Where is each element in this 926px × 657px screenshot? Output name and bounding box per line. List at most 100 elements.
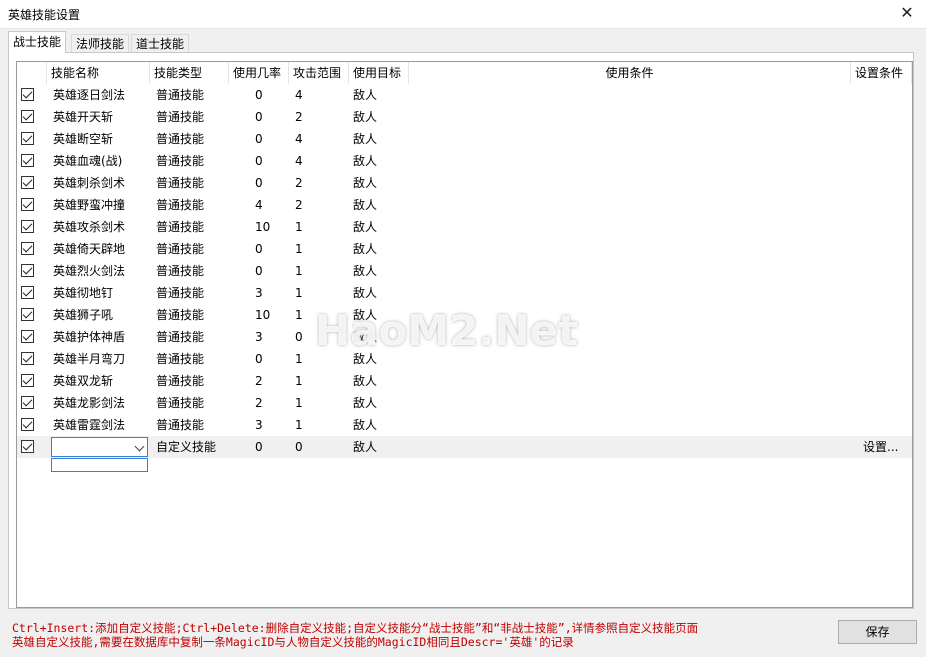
row-checkbox[interactable] <box>21 154 34 167</box>
cell-range: 1 <box>295 220 303 234</box>
row-checkbox[interactable] <box>21 264 34 277</box>
cell-rate: 3 <box>255 286 263 300</box>
cell-cond <box>409 84 851 106</box>
close-icon[interactable]: ✕ <box>896 2 918 24</box>
cell-name: 英雄攻杀剑术 <box>53 220 126 234</box>
cell-name: 英雄断空斩 <box>53 132 114 146</box>
cell-setting <box>851 84 912 106</box>
table-row[interactable]: 英雄血魂(战) 普通技能 0 4 敌人 <box>17 150 912 172</box>
skills-grid[interactable]: 技能名称 技能类型 使用几率 攻击范围 使用目标 使用条件 设置条件 英雄逐日剑… <box>16 61 913 608</box>
column-header-setting[interactable]: 设置条件 <box>851 62 912 84</box>
cell-setting <box>851 194 912 216</box>
cell-cond <box>409 304 851 326</box>
cell-type: 普通技能 <box>156 330 205 344</box>
cell-name: 英雄刺杀剑术 <box>53 176 126 190</box>
column-header-name[interactable]: 技能名称 <box>47 62 150 84</box>
row-checkbox[interactable] <box>21 308 34 321</box>
cell-type: 普通技能 <box>156 242 205 256</box>
cell-target: 敌人 <box>353 396 378 410</box>
table-row[interactable]: 英雄烈火剑法 普通技能 0 1 敌人 <box>17 260 912 282</box>
cell-type: 普通技能 <box>156 396 205 410</box>
cell-name: 英雄雷霆剑法 <box>53 418 126 432</box>
row-checkbox[interactable] <box>21 352 34 365</box>
row-checkbox[interactable] <box>21 418 34 431</box>
save-button[interactable]: 保存 <box>838 620 917 644</box>
table-row[interactable]: 英雄攻杀剑术 普通技能 10 1 敌人 <box>17 216 912 238</box>
cell-cond <box>409 326 851 348</box>
table-row[interactable]: 英雄野蛮冲撞 普通技能 4 2 敌人 <box>17 194 912 216</box>
column-header-range[interactable]: 攻击范围 <box>289 62 349 84</box>
skill-name-combobox[interactable] <box>51 437 148 457</box>
row-checkbox[interactable] <box>21 132 34 145</box>
table-row[interactable]: 英雄逐日剑法 普通技能 0 4 敌人 <box>17 84 912 106</box>
table-row[interactable]: 英雄倚天辟地 普通技能 0 1 敌人 <box>17 238 912 260</box>
cell-setting <box>851 216 912 238</box>
cell-rate: 3 <box>255 418 263 432</box>
cell-type: 普通技能 <box>156 308 205 322</box>
row-checkbox[interactable] <box>21 110 34 123</box>
cell-range: 1 <box>295 264 303 278</box>
table-row[interactable]: 英雄龙影剑法 普通技能 2 1 敌人 <box>17 392 912 414</box>
cell-type: 普通技能 <box>156 286 205 300</box>
cell-rate: 10 <box>255 220 271 234</box>
cell-cond <box>409 260 851 282</box>
column-header-type[interactable]: 技能类型 <box>150 62 229 84</box>
table-row[interactable]: 英雄护体神盾 普通技能 3 0 敌人 <box>17 326 912 348</box>
cell-rate: 4 <box>255 198 263 212</box>
row-checkbox[interactable] <box>21 330 34 343</box>
cell-setting[interactable]: 设置... <box>851 436 912 458</box>
row-checkbox[interactable] <box>21 396 34 409</box>
cell-target: 敌人 <box>353 286 378 300</box>
table-row[interactable]: 自定义技能 0 0 敌人 设置... <box>17 436 912 472</box>
table-row[interactable]: 英雄开天斩 普通技能 0 2 敌人 <box>17 106 912 128</box>
window-title: 英雄技能设置 <box>8 8 81 22</box>
cell-target: 敌人 <box>353 198 378 212</box>
row-checkbox[interactable] <box>21 220 34 233</box>
cell-name: 英雄护体神盾 <box>53 330 126 344</box>
column-header-rate[interactable]: 使用几率 <box>229 62 289 84</box>
cell-name: 英雄开天斩 <box>53 110 114 124</box>
cell-name: 英雄彻地钉 <box>53 286 114 300</box>
cell-type: 普通技能 <box>156 88 205 102</box>
cell-cond <box>409 436 851 458</box>
table-row[interactable]: 英雄狮子吼 普通技能 10 1 敌人 <box>17 304 912 326</box>
table-row[interactable]: 英雄彻地钉 普通技能 3 1 敌人 <box>17 282 912 304</box>
row-checkbox[interactable] <box>21 242 34 255</box>
cell-range: 4 <box>295 154 303 168</box>
cell-name: 英雄半月弯刀 <box>53 352 126 366</box>
row-checkbox[interactable] <box>21 286 34 299</box>
table-row[interactable]: 英雄刺杀剑术 普通技能 0 2 敌人 <box>17 172 912 194</box>
cell-rate: 0 <box>255 440 263 454</box>
tab-mage-skills[interactable]: 法师技能 <box>71 34 130 53</box>
tab-taoist-skills[interactable]: 道士技能 <box>131 34 190 53</box>
cell-type: 普通技能 <box>156 352 205 366</box>
cell-setting <box>851 172 912 194</box>
cell-target: 敌人 <box>353 418 378 432</box>
cell-target: 敌人 <box>353 264 378 278</box>
column-header-target[interactable]: 使用目标 <box>349 62 409 84</box>
cell-setting <box>851 128 912 150</box>
cell-range: 1 <box>295 374 303 388</box>
cell-rate: 3 <box>255 330 263 344</box>
row-checkbox[interactable] <box>21 176 34 189</box>
cell-range: 4 <box>295 88 303 102</box>
table-row[interactable]: 英雄双龙斩 普通技能 2 1 敌人 <box>17 370 912 392</box>
cell-setting <box>851 282 912 304</box>
cell-type: 普通技能 <box>156 154 205 168</box>
table-row[interactable]: 英雄断空斩 普通技能 0 4 敌人 <box>17 128 912 150</box>
row-checkbox[interactable] <box>21 374 34 387</box>
row-checkbox[interactable] <box>21 198 34 211</box>
cell-name: 英雄烈火剑法 <box>53 264 126 278</box>
cell-type: 普通技能 <box>156 264 205 278</box>
column-header-condition[interactable]: 使用条件 <box>409 62 851 84</box>
tab-warrior-skills[interactable]: 战士技能 <box>8 31 67 53</box>
row-checkbox[interactable] <box>21 88 34 101</box>
row-checkbox[interactable] <box>21 440 34 453</box>
table-row[interactable]: 英雄半月弯刀 普通技能 0 1 敌人 <box>17 348 912 370</box>
cell-cond <box>409 194 851 216</box>
table-row[interactable]: 英雄雷霆剑法 普通技能 3 1 敌人 <box>17 414 912 436</box>
chevron-down-icon[interactable] <box>134 441 145 452</box>
combobox-dropdown[interactable] <box>51 458 148 472</box>
cell-name: 英雄野蛮冲撞 <box>53 198 126 212</box>
cell-range: 1 <box>295 352 303 366</box>
